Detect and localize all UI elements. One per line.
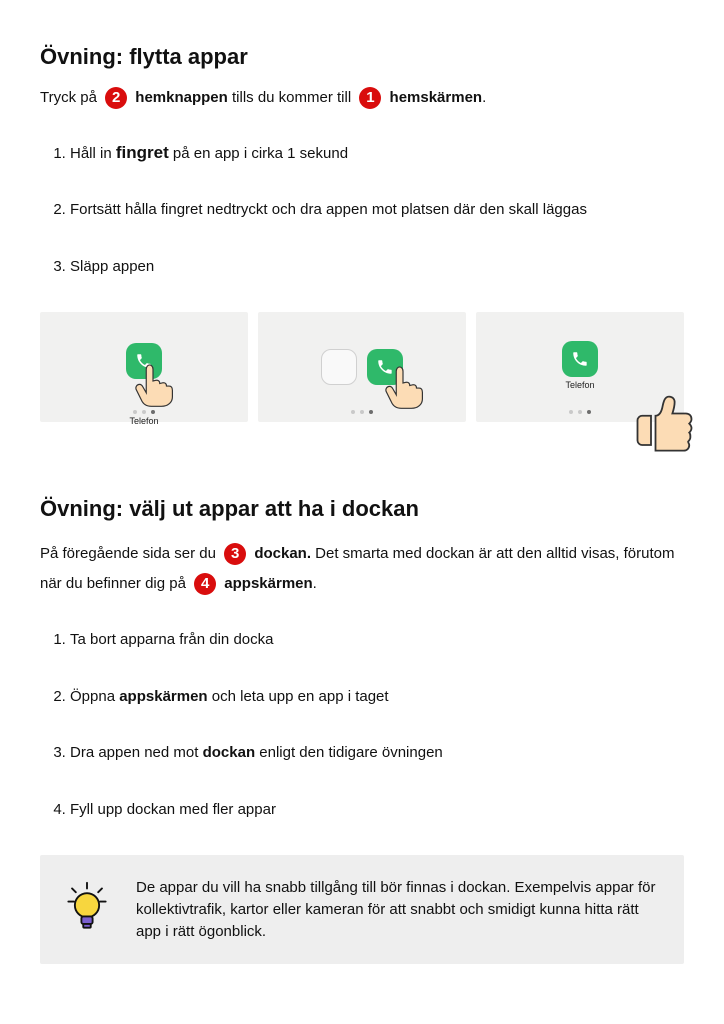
thumbs-up-icon (624, 382, 696, 454)
phone-app-icon (562, 341, 598, 377)
page-dots (133, 410, 155, 414)
tip-box: De appar du vill ha snabb tillgång till … (40, 855, 684, 964)
intro-bold-hemskarmen: hemskärmen (390, 89, 483, 106)
list-item: Håll in fingret på en app i cirka 1 seku… (70, 140, 684, 166)
s3-bold: dockan (203, 744, 256, 761)
section1-steps: Håll in fingret på en app i cirka 1 seku… (40, 140, 684, 279)
intro-text-post: . (482, 89, 486, 106)
step1-post: på en app i cirka 1 sekund (169, 145, 348, 162)
tip-text: De appar du vill ha snabb tillgång till … (136, 877, 660, 942)
lightbulb-icon (64, 881, 110, 937)
intro2-post: . (313, 575, 317, 592)
list-item: Ta bort apparna från din docka (70, 629, 684, 652)
section2-steps: Ta bort apparna från din docka Öppna app… (40, 629, 684, 821)
section1-intro: Tryck på 2 hemknappen tills du kommer ti… (40, 87, 684, 110)
page-dots (569, 410, 591, 414)
s2-pre: Öppna (70, 688, 119, 705)
panel-1: Telefon (40, 312, 248, 422)
app-label: Telefon (119, 415, 169, 429)
pointing-hand-icon (126, 354, 180, 408)
illustration-row: Telefon (40, 312, 684, 422)
step1-bold: fingret (116, 143, 169, 162)
page-dots (351, 410, 373, 414)
s3-pre: Dra appen ned mot (70, 744, 203, 761)
panel-2 (258, 312, 466, 422)
intro-text-mid: tills du kommer till (228, 89, 351, 106)
section1-title: Övning: flytta appar (40, 40, 684, 73)
intro2-bold-dockan: dockan. (254, 545, 311, 562)
intro-text: Tryck på (40, 89, 97, 106)
list-item: Fortsätt hålla fingret nedtryckt och dra… (70, 199, 684, 222)
step1-pre: Håll in (70, 145, 116, 162)
section2-title: Övning: välj ut appar att ha i dockan (40, 492, 684, 525)
badge-2: 2 (105, 87, 127, 109)
pointing-hand-icon (376, 356, 430, 410)
s3-post: enligt den tidigare övningen (255, 744, 443, 761)
s2-bold: appskärmen (119, 688, 207, 705)
intro-bold-hemknappen: hemknappen (135, 89, 228, 106)
list-item: Dra appen ned mot dockan enligt den tidi… (70, 742, 684, 765)
empty-slot (321, 349, 357, 385)
badge-3: 3 (224, 543, 246, 565)
list-item: Släpp appen (70, 256, 684, 279)
section2-intro: På föregående sida ser du 3 dockan. Det … (40, 539, 684, 599)
badge-1: 1 (359, 87, 381, 109)
list-item: Öppna appskärmen och leta upp en app i t… (70, 686, 684, 709)
list-item: Fyll upp dockan med fler appar (70, 799, 684, 822)
badge-4: 4 (194, 573, 216, 595)
intro2-pre: På föregående sida ser du (40, 545, 216, 562)
s2-post: och leta upp en app i taget (208, 688, 389, 705)
app-label: Telefon (555, 379, 605, 393)
intro2-bold-appskarmen: appskärmen (224, 575, 312, 592)
